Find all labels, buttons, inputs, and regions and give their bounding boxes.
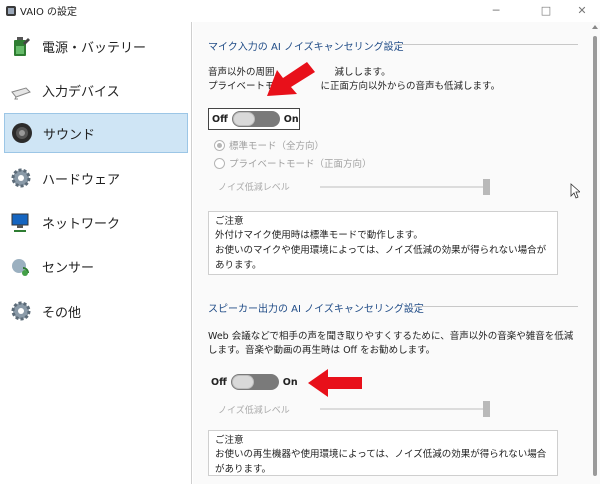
close-button[interactable]: ✕ <box>570 0 594 20</box>
toggle-off-label: Off <box>211 376 227 388</box>
toggle-on-label: On <box>283 113 299 125</box>
mic-slider-label: ノイズ低減レベル <box>218 183 290 193</box>
sidebar-item-hardware[interactable]: ハードウェア <box>4 158 188 198</box>
app-icon <box>6 6 16 16</box>
sidebar-item-label: 電源・バッテリー <box>42 40 147 56</box>
note-line: お使いのマイクや使用環境によっては、ノイズ低減の効果が得られない場合が <box>215 245 547 256</box>
toggle-on-label: On <box>282 376 298 388</box>
note-line: があります。 <box>215 464 272 475</box>
speaker-section-title: スピーカー出力の AI ノイズキャンセリング設定 <box>208 304 424 315</box>
red-arrow-icon <box>267 62 315 96</box>
radio-private-mode[interactable]: プライベートモード（正面方向） <box>214 156 372 170</box>
sidebar-item-sensor[interactable]: センサー <box>4 246 188 286</box>
divider <box>412 306 578 307</box>
speaker-slider-thumb[interactable] <box>483 401 490 417</box>
mouse-cursor-icon <box>570 183 580 199</box>
sidebar-item-other[interactable]: その他 <box>4 291 188 331</box>
sidebar: 電源・バッテリー 入力デバイス サウンド ハードウェア ネットワーク センサー … <box>0 22 192 484</box>
note-line: お使いの再生機器や使用環境によっては、ノイズ低減の効果が得られない場合 <box>215 449 547 460</box>
speaker-description: Web 会議などで相手の声を聞き取りやすくするために、音声以外の音楽や雑音を低減… <box>208 331 574 356</box>
mic-description: 音声以外の周囲 減しします。 プライベートモ に正面方向以外からの音声も低減します。 <box>208 67 501 92</box>
radio-label: 標準モード（全方向） <box>229 141 325 152</box>
maximize-button[interactable]: □ <box>534 0 558 20</box>
radio-label: プライベートモード（正面方向） <box>229 159 372 170</box>
sidebar-item-input-devices[interactable]: 入力デバイス <box>4 70 188 110</box>
note-title: ご注意 <box>215 216 244 227</box>
sensor-icon <box>8 253 34 279</box>
gear-icon <box>8 298 34 324</box>
sidebar-item-power-battery[interactable]: 電源・バッテリー <box>4 26 188 66</box>
mic-section-title: マイク入力の AI ノイズキャンセリング設定 <box>208 42 404 53</box>
speaker-icon <box>9 120 35 146</box>
divider <box>395 44 578 45</box>
toggle-switch[interactable] <box>231 111 280 127</box>
window-title: VAIO の設定 <box>20 7 78 18</box>
minimize-button[interactable]: ─ <box>484 0 508 20</box>
red-arrow-icon <box>308 369 362 397</box>
sidebar-item-label: サウンド <box>43 127 96 143</box>
radio-button[interactable] <box>214 157 225 169</box>
note-line: あります。 <box>215 260 262 271</box>
mouse-icon <box>8 77 34 103</box>
sidebar-item-sound[interactable]: サウンド <box>4 113 188 153</box>
network-icon <box>8 209 34 235</box>
sidebar-item-label: ネットワーク <box>42 216 121 232</box>
sidebar-item-label: ハードウェア <box>42 172 121 188</box>
speaker-note-box: ご注意 お使いの再生機器や使用環境によっては、ノイズ低減の効果が得られない場合 … <box>208 430 558 476</box>
toggle-switch[interactable] <box>230 374 279 390</box>
note-title: ご注意 <box>215 435 244 446</box>
sidebar-item-label: その他 <box>42 305 82 321</box>
speaker-slider-track[interactable] <box>320 408 490 410</box>
note-line: 外付けマイク使用時は標準モードで動作します。 <box>215 230 423 241</box>
toggle-off-label: Off <box>212 113 228 125</box>
sidebar-item-label: センサー <box>42 260 95 276</box>
title-bar: VAIO の設定 ─ □ ✕ <box>0 0 600 22</box>
mic-slider-thumb[interactable] <box>483 179 490 195</box>
sidebar-item-network[interactable]: ネットワーク <box>4 202 188 242</box>
speaker-noise-cancel-toggle[interactable]: Off On <box>208 371 300 393</box>
mic-noise-cancel-toggle[interactable]: Off On <box>208 108 300 130</box>
speaker-slider-label: ノイズ低減レベル <box>218 406 290 416</box>
sidebar-item-label: 入力デバイス <box>42 84 120 100</box>
gear-icon <box>8 165 34 191</box>
battery-icon <box>8 33 34 59</box>
mic-note-box: ご注意 外付けマイク使用時は標準モードで動作します。 お使いのマイクや使用環境に… <box>208 211 558 275</box>
scroll-up-icon[interactable] <box>592 25 598 29</box>
radio-standard-mode[interactable]: 標準モード（全方向） <box>214 138 324 152</box>
radio-button[interactable] <box>214 139 225 151</box>
scroll-thumb[interactable] <box>593 36 597 476</box>
mic-slider-track[interactable] <box>320 186 490 188</box>
